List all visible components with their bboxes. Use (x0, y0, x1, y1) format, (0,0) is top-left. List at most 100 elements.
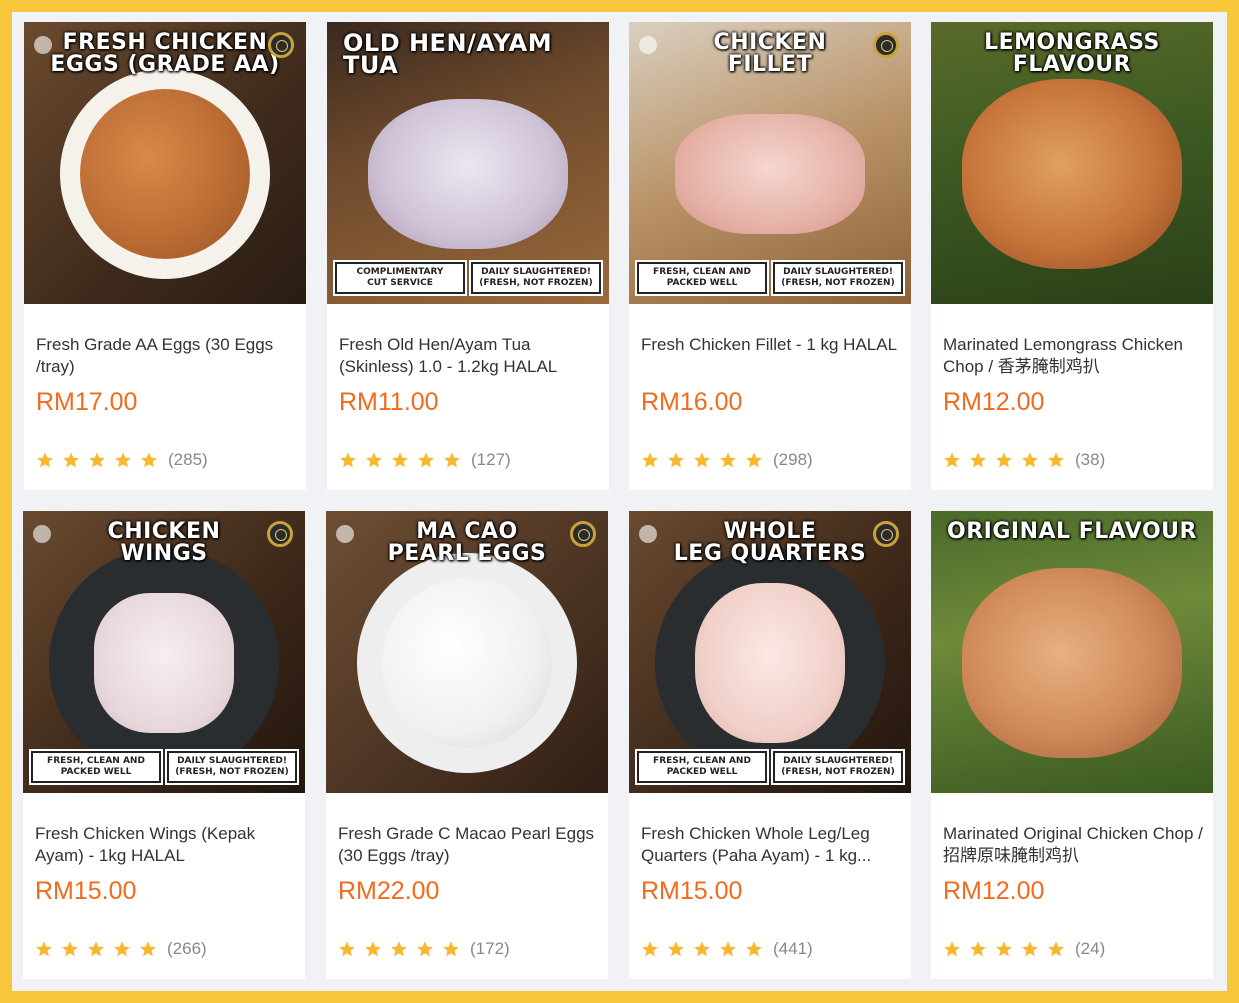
image-tag: DAILY SLAUGHTERED! (FRESH, NOT FROZEN) (773, 262, 903, 294)
image-tag: FRESH, CLEAN AND PACKED WELL (637, 751, 767, 783)
product-image[interactable]: ORIGINAL FLAVOUR (931, 511, 1213, 793)
product-rating: (441) (641, 939, 813, 959)
product-rating: (38) (943, 450, 1105, 470)
image-tags: FRESH, CLEAN AND PACKED WELL DAILY SLAUG… (637, 751, 903, 783)
star-icon (366, 452, 382, 468)
review-count: (24) (1075, 939, 1106, 958)
product-image[interactable]: MA CAO PEARL EGGS (326, 511, 608, 793)
star-icon (694, 452, 710, 468)
product-rating: (266) (35, 939, 207, 959)
product-rating: (298) (641, 450, 813, 470)
product-name[interactable]: Marinated Original Chicken Chop / 招牌原味腌制… (943, 823, 1203, 867)
image-tags: FRESH, CLEAN AND PACKED WELL DAILY SLAUG… (31, 751, 297, 783)
star-icon (720, 452, 736, 468)
star-icon (668, 452, 684, 468)
product-card[interactable]: CHICKEN WINGS FRESH, CLEAN AND PACKED WE… (23, 511, 305, 979)
product-rating: (285) (36, 450, 208, 470)
star-icon (1022, 941, 1038, 957)
product-card[interactable]: FRESH CHICKEN EGGS (GRADE AA) Fresh Grad… (24, 22, 306, 490)
star-icon (417, 941, 433, 957)
star-icon (996, 452, 1012, 468)
star-icon (1048, 941, 1064, 957)
product-grid-frame: FRESH CHICKEN EGGS (GRADE AA) Fresh Grad… (12, 12, 1227, 991)
product-card[interactable]: CHICKEN FILLET FRESH, CLEAN AND PACKED W… (629, 22, 911, 490)
product-price: RM11.00 (339, 388, 439, 416)
image-overlay-title: CHICKEN FILLET (713, 30, 827, 77)
product-rating: (24) (943, 939, 1105, 959)
product-image[interactable]: OLD HEN/AYAM TUA COMPLIMENTARY CUT SERVI… (327, 22, 609, 304)
star-icon (114, 941, 130, 957)
review-count: (441) (773, 939, 813, 958)
star-icon (88, 941, 104, 957)
halal-badge-icon (873, 32, 899, 58)
review-count: (127) (471, 450, 511, 469)
product-name[interactable]: Fresh Chicken Wings (Kepak Ayam) - 1kg H… (35, 823, 295, 867)
product-price: RM16.00 (641, 388, 743, 416)
halal-badge-icon (570, 521, 596, 547)
product-name[interactable]: Fresh Grade AA Eggs (30 Eggs /tray) (36, 334, 296, 378)
halal-badge-icon (268, 32, 294, 58)
product-name[interactable]: Fresh Chicken Whole Leg/Leg Quarters (Pa… (641, 823, 901, 867)
product-card[interactable]: LEMONGRASS FLAVOUR Marinated Lemongrass … (931, 22, 1213, 490)
halal-badge-icon (873, 521, 899, 547)
image-tag: DAILY SLAUGHTERED! (FRESH, NOT FROZEN) (471, 262, 601, 294)
image-tags: COMPLIMENTARY CUT SERVICE DAILY SLAUGHTE… (335, 262, 601, 294)
star-icon (63, 452, 79, 468)
product-card[interactable]: OLD HEN/AYAM TUA COMPLIMENTARY CUT SERVI… (327, 22, 609, 490)
product-rating: (172) (338, 939, 510, 959)
product-name[interactable]: Marinated Lemongrass Chicken Chop / 香茅腌制… (943, 334, 1203, 378)
product-name[interactable]: Fresh Chicken Fillet - 1 kg HALAL (641, 334, 901, 356)
image-overlay-title: WHOLE LEG QUARTERS (673, 519, 867, 566)
product-image[interactable]: WHOLE LEG QUARTERS FRESH, CLEAN AND PACK… (629, 511, 911, 793)
image-overlay-title: MA CAO PEARL EGGS (387, 519, 547, 566)
image-overlay-title: ORIGINAL FLAVOUR (947, 519, 1197, 544)
product-price: RM12.00 (943, 877, 1045, 905)
product-card[interactable]: WHOLE LEG QUARTERS FRESH, CLEAN AND PACK… (629, 511, 911, 979)
image-overlay-title: OLD HEN/AYAM TUA (343, 29, 553, 79)
star-icon (340, 452, 356, 468)
review-count: (298) (773, 450, 813, 469)
image-tag: FRESH, CLEAN AND PACKED WELL (637, 262, 767, 294)
product-image[interactable]: CHICKEN WINGS FRESH, CLEAN AND PACKED WE… (23, 511, 305, 793)
image-tag: FRESH, CLEAN AND PACKED WELL (31, 751, 161, 783)
star-icon (89, 452, 105, 468)
product-name[interactable]: Fresh Grade C Macao Pearl Eggs (30 Eggs … (338, 823, 598, 867)
star-icon (970, 941, 986, 957)
product-card[interactable]: ORIGINAL FLAVOUR Marinated Original Chic… (931, 511, 1213, 979)
star-icon (746, 452, 762, 468)
star-icon (668, 941, 684, 957)
product-price: RM22.00 (338, 877, 440, 905)
product-price: RM12.00 (943, 388, 1045, 416)
product-image[interactable]: LEMONGRASS FLAVOUR (931, 22, 1213, 304)
star-icon (391, 941, 407, 957)
star-icon (642, 941, 658, 957)
product-image[interactable]: FRESH CHICKEN EGGS (GRADE AA) (24, 22, 306, 304)
star-icon (140, 941, 156, 957)
image-tag: COMPLIMENTARY CUT SERVICE (335, 262, 465, 294)
image-tag: DAILY SLAUGHTERED! (FRESH, NOT FROZEN) (167, 751, 297, 783)
product-image[interactable]: CHICKEN FILLET FRESH, CLEAN AND PACKED W… (629, 22, 911, 304)
star-icon (444, 452, 460, 468)
image-overlay-title: FRESH CHICKEN EGGS (GRADE AA) (50, 30, 280, 77)
star-icon (37, 452, 53, 468)
star-icon (443, 941, 459, 957)
star-icon (694, 941, 710, 957)
star-icon (996, 941, 1012, 957)
star-icon (36, 941, 52, 957)
image-tag: DAILY SLAUGHTERED! (FRESH, NOT FROZEN) (773, 751, 903, 783)
star-icon (392, 452, 408, 468)
product-grid: FRESH CHICKEN EGGS (GRADE AA) Fresh Grad… (12, 12, 1227, 991)
product-card[interactable]: MA CAO PEARL EGGS Fresh Grade C Macao Pe… (326, 511, 608, 979)
star-icon (970, 452, 986, 468)
product-price: RM17.00 (36, 388, 138, 416)
star-icon (944, 452, 960, 468)
product-rating: (127) (339, 450, 511, 470)
product-price: RM15.00 (641, 877, 743, 905)
star-icon (141, 452, 157, 468)
image-overlay-title: LEMONGRASS FLAVOUR (984, 30, 1160, 77)
star-icon (365, 941, 381, 957)
review-count: (38) (1075, 450, 1106, 469)
product-name[interactable]: Fresh Old Hen/Ayam Tua (Skinless) 1.0 - … (339, 334, 599, 378)
star-icon (418, 452, 434, 468)
review-count: (172) (470, 939, 510, 958)
